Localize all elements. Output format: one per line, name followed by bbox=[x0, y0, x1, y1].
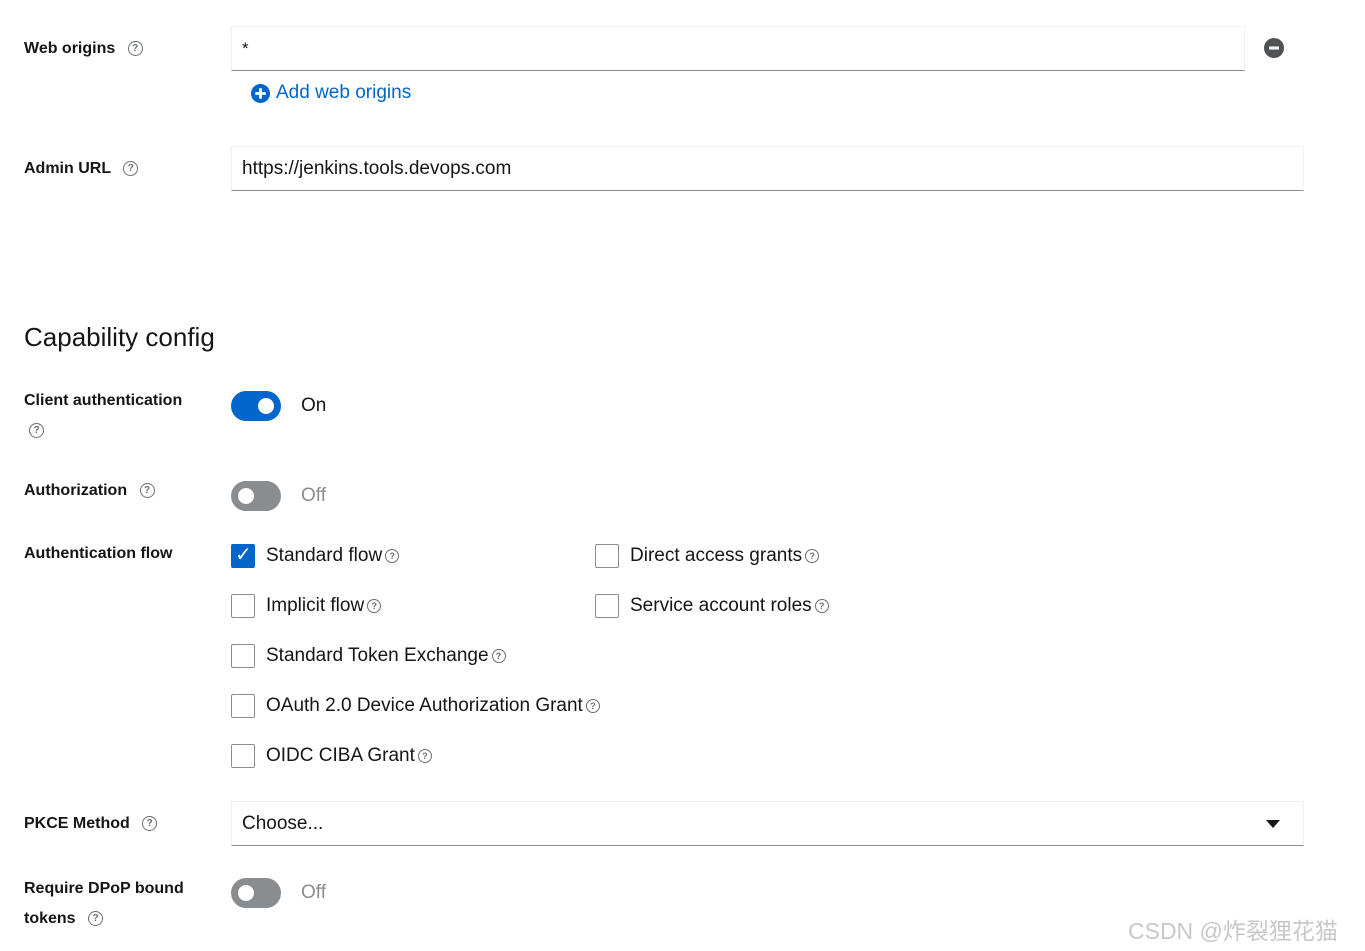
implicit-flow-label: Implicit flow? bbox=[266, 594, 382, 618]
standard-flow-checkbox[interactable]: ✓ bbox=[231, 544, 255, 568]
checkmark-icon: ✓ bbox=[235, 544, 252, 566]
device-authorization-grant-checkbox[interactable] bbox=[231, 694, 255, 718]
authorization-label: Authorization ? bbox=[24, 476, 155, 506]
service-account-roles-label: Service account roles? bbox=[630, 594, 829, 618]
remove-web-origin-button[interactable] bbox=[1264, 38, 1284, 58]
standard-flow-label: Standard flow? bbox=[266, 544, 400, 568]
auth-flow-label: Authentication flow bbox=[24, 545, 173, 562]
help-icon[interactable]: ? bbox=[385, 548, 400, 563]
standard-token-exchange-checkbox[interactable] bbox=[231, 644, 255, 668]
add-web-origins-label: Add web origins bbox=[276, 82, 412, 103]
help-icon[interactable]: ? bbox=[491, 648, 506, 663]
dpop-toggle[interactable] bbox=[231, 878, 281, 908]
add-web-origins-button[interactable]: Add web origins bbox=[251, 80, 411, 106]
minus-circle-icon bbox=[1264, 38, 1284, 58]
toggle-knob bbox=[238, 488, 254, 504]
help-icon[interactable]: ? bbox=[805, 548, 820, 563]
web-origins-input[interactable]: * bbox=[231, 26, 1245, 71]
help-icon[interactable]: ? bbox=[139, 483, 155, 499]
help-icon[interactable]: ? bbox=[417, 748, 432, 763]
implicit-flow-checkbox[interactable] bbox=[231, 594, 255, 618]
dpop-state: Off bbox=[301, 882, 326, 903]
direct-access-grants-checkbox[interactable] bbox=[595, 544, 619, 568]
service-account-roles-checkbox[interactable] bbox=[595, 594, 619, 618]
help-icon[interactable]: ? bbox=[367, 598, 382, 613]
pkce-method-label: PKCE Method ? bbox=[24, 809, 158, 839]
web-origins-label: Web origins ? bbox=[24, 34, 143, 64]
plus-circle-icon bbox=[251, 83, 270, 103]
client-auth-label: Client authentication ? bbox=[24, 392, 183, 439]
toggle-knob bbox=[238, 885, 254, 901]
help-icon[interactable]: ? bbox=[29, 423, 44, 439]
help-icon[interactable]: ? bbox=[127, 41, 143, 57]
direct-access-grants-label: Direct access grants? bbox=[630, 544, 820, 568]
pkce-method-select[interactable]: Choose... bbox=[231, 801, 1304, 846]
client-auth-state: On bbox=[301, 395, 327, 416]
help-icon[interactable]: ? bbox=[123, 161, 139, 177]
watermark: CSDN @炸裂狸花猫 bbox=[1128, 918, 1338, 944]
admin-url-label: Admin URL ? bbox=[24, 154, 139, 184]
toggle-knob bbox=[258, 398, 274, 414]
section-heading: Capability config bbox=[24, 322, 215, 352]
help-icon[interactable]: ? bbox=[142, 816, 158, 832]
standard-token-exchange-label: Standard Token Exchange? bbox=[266, 644, 506, 668]
admin-url-input[interactable]: https://jenkins.tools.devops.com bbox=[231, 146, 1304, 191]
device-authorization-grant-label: OAuth 2.0 Device Authorization Grant? bbox=[266, 694, 600, 718]
help-icon[interactable]: ? bbox=[585, 698, 600, 713]
client-auth-toggle[interactable] bbox=[231, 391, 281, 421]
caret-down-icon bbox=[1266, 820, 1280, 828]
dpop-label: Require DPoP bound tokens ? bbox=[24, 880, 184, 927]
help-icon[interactable]: ? bbox=[88, 911, 104, 927]
help-icon[interactable]: ? bbox=[814, 598, 829, 613]
authorization-toggle[interactable] bbox=[231, 481, 281, 511]
authorization-state: Off bbox=[301, 485, 326, 506]
oidc-ciba-grant-checkbox[interactable] bbox=[231, 744, 255, 768]
oidc-ciba-grant-label: OIDC CIBA Grant? bbox=[266, 744, 432, 768]
